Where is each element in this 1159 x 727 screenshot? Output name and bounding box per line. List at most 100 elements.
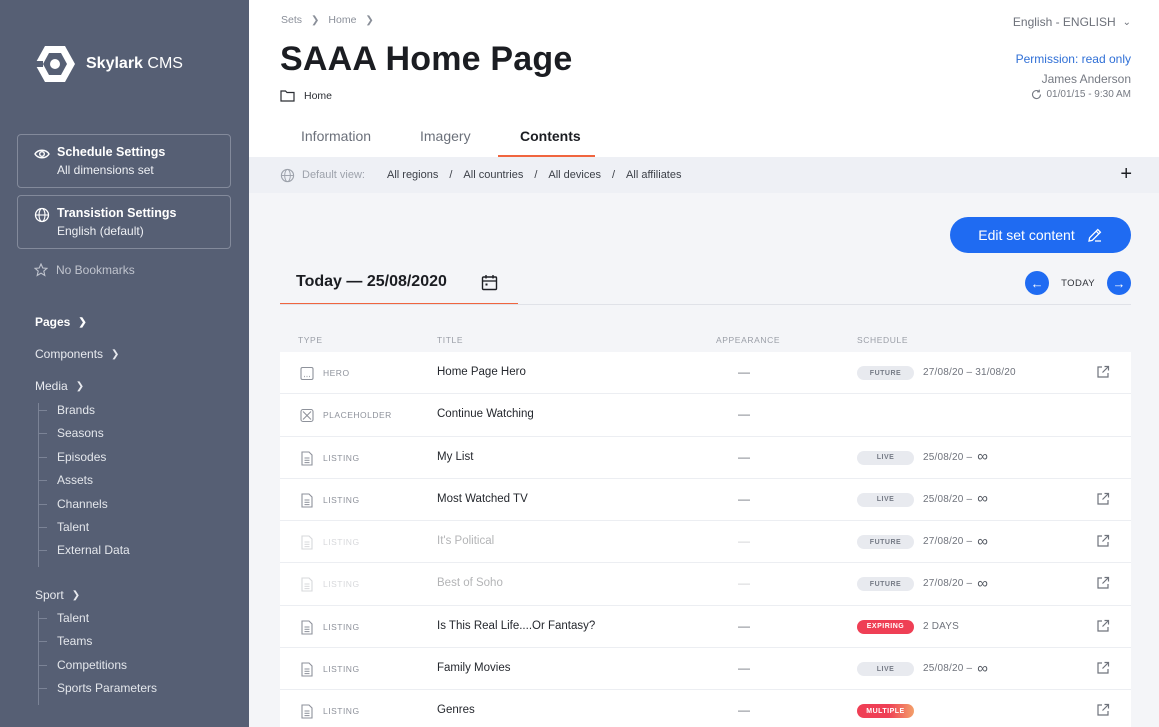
view-devices[interactable]: All devices [548,169,601,181]
nav-item-episodes[interactable]: Episodes [39,450,130,473]
default-view-label: Default view: [302,169,365,181]
language-select[interactable]: English - ENGLISH ⌄ [1013,15,1131,29]
sport-subnav: Talent Teams Competitions Sports Paramet… [38,611,157,705]
last-updated: 01/01/15 - 9:30 AM [1031,89,1131,100]
row-title[interactable]: Home Page Hero [437,366,526,378]
row-type: LISTING [323,537,360,548]
chevron-right-icon: ❯ [111,348,120,360]
table-row[interactable]: LISTING Genres — MULTIPLE [280,690,1131,727]
row-title[interactable]: Most Watched TV [437,493,528,505]
tab-imagery[interactable]: Imagery [398,124,498,157]
table-row[interactable]: LISTING Best of Soho — FUTURE 27/08/20 – ∞ [280,563,1131,606]
nav-sport[interactable]: Sport ❯ [35,588,80,602]
nav-item-external-data[interactable]: External Data [39,543,130,566]
refresh-icon [1032,89,1042,100]
nav-item-seasons[interactable]: Seasons [39,426,130,449]
external-link-icon[interactable] [1096,365,1110,379]
external-link-icon[interactable] [1096,703,1110,717]
nav-media[interactable]: Media ❯ [35,379,84,393]
today-button[interactable]: TODAY [1061,278,1095,289]
external-link-icon[interactable] [1096,492,1110,506]
current-date: Today — 25/08/2020 [296,273,447,290]
nav-item-channels[interactable]: Channels [39,497,130,520]
column-schedule: SCHEDULE [857,335,909,345]
schedule-settings-button[interactable]: Schedule Settings All dimensions set [17,134,231,188]
document-icon [301,493,313,508]
status-badge: LIVE [857,662,914,677]
next-day-button[interactable]: → [1107,271,1131,295]
chevron-right-icon: ❯ [75,380,85,392]
chevron-down-icon: ⌄ [1122,16,1131,28]
column-title: TITLE [437,335,464,345]
infinity-icon: ∞ [977,490,989,508]
view-dimensions: All regions / All countries / All device… [387,169,681,181]
permission-link[interactable]: Permission: read only [1016,52,1131,66]
view-separator: / [534,169,538,181]
folder-location[interactable]: Home [280,89,332,102]
logo-name: Skylark [86,55,143,72]
row-title[interactable]: It's Political [437,535,494,547]
breadcrumb: Sets ❯ Home ❯ [281,14,383,26]
row-title[interactable]: Family Movies [437,662,510,674]
nav-item-talent[interactable]: Talent [39,520,130,543]
external-link-icon[interactable] [1096,661,1110,675]
page-title: SAAA Home Page [280,40,573,78]
schedule-settings-title: Schedule Settings [57,145,166,159]
breadcrumb-sets[interactable]: Sets [281,14,302,26]
view-affiliates[interactable]: All affiliates [626,169,681,181]
view-regions[interactable]: All regions [387,169,438,181]
table-row[interactable]: LISTING It's Political — FUTURE 27/08/20 – ∞ [280,521,1131,564]
nav-item-sports-parameters[interactable]: Sports Parameters [39,681,157,704]
table-row[interactable]: LISTING Family Movies — LIVE 25/08/20 – ∞ [280,648,1131,691]
nav-components[interactable]: Components ❯ [35,347,119,361]
schedule-settings-subtitle: All dimensions set [57,163,154,177]
row-schedule: 25/08/20 – ∞ [923,490,989,508]
folder-icon [280,90,295,102]
breadcrumb-home[interactable]: Home [328,14,356,26]
table-row[interactable]: LISTING Most Watched TV — LIVE 25/08/20 – ∞ [280,479,1131,522]
table-row[interactable]: PLACEHOLDER Continue Watching — [280,394,1131,437]
external-link-icon[interactable] [1096,619,1110,633]
schedule-dates: 2 DAYS [923,620,960,632]
row-appearance: — [738,534,750,549]
schedule-dates: 27/08/20 – [923,578,973,590]
chevron-right-icon: ❯ [365,14,374,26]
table-row[interactable]: LISTING My List — LIVE 25/08/20 – ∞ [280,437,1131,479]
transition-settings-button[interactable]: Transistion Settings English (default) [17,195,231,249]
edit-set-content-button[interactable]: Edit set content [950,217,1131,253]
nav-item-teams[interactable]: Teams [39,634,157,657]
table-row[interactable]: HERO Home Page Hero — FUTURE 27/08/20 – 31/0… [280,352,1131,395]
logo[interactable]: Skylark CMS [34,44,183,84]
calendar-icon [481,275,498,291]
nav-pages[interactable]: Pages ❯ [35,315,87,329]
row-title[interactable]: My List [437,451,473,463]
external-link-icon[interactable] [1096,576,1110,590]
nav-item-sport-talent[interactable]: Talent [39,611,157,634]
row-title[interactable]: Continue Watching [437,408,534,420]
view-countries[interactable]: All countries [463,169,523,181]
row-title[interactable]: Best of Soho [437,577,503,589]
column-type: TYPE [298,335,323,345]
date-selector[interactable]: Today — 25/08/2020 [280,265,518,305]
add-view-button[interactable]: + [1120,164,1132,184]
tabs: Information Imagery Contents [279,124,595,157]
row-appearance: — [738,576,750,591]
table-row[interactable]: LISTING Is This Real Life....Or Fantasy? —… [280,606,1131,649]
nav-item-brands[interactable]: Brands [39,403,130,426]
row-title[interactable]: Is This Real Life....Or Fantasy? [437,620,595,632]
chevron-right-icon: ❯ [71,589,81,601]
document-icon [301,577,313,593]
previous-day-button[interactable]: ← [1025,271,1050,295]
tab-information[interactable]: Information [279,124,398,157]
nav-item-assets[interactable]: Assets [39,473,130,496]
tab-contents[interactable]: Contents [498,124,595,157]
nav-item-competitions[interactable]: Competitions [39,658,157,681]
schedule-dates: 27/08/20 – 31/08/20 [923,367,1016,378]
row-appearance: — [738,661,750,676]
bookmarks[interactable]: No Bookmarks [34,263,135,277]
row-title[interactable]: Genres [437,704,475,716]
contents-area: Edit set content Today — 25/08/2020 ← TO… [249,193,1159,727]
external-link-icon[interactable] [1096,534,1110,548]
pencil-icon [1087,228,1102,242]
row-schedule: 25/08/20 – ∞ [923,449,988,464]
